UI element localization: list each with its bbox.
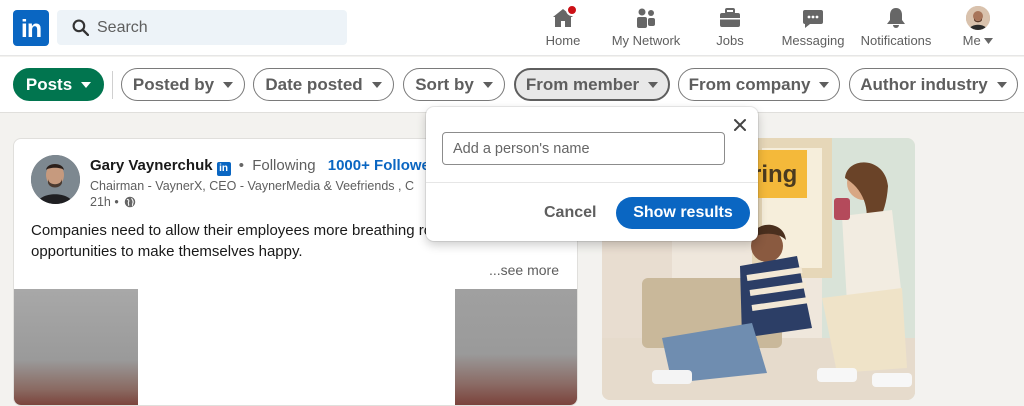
nav-jobs-label: Jobs	[716, 33, 744, 48]
linkedin-logo[interactable]: in	[13, 10, 49, 46]
filter-date-posted[interactable]: Date posted	[253, 68, 394, 101]
author-avatar[interactable]	[31, 155, 80, 204]
nav-notifications-label: Notifications	[860, 33, 932, 48]
show-results-button[interactable]: Show results	[616, 197, 750, 229]
caret-down-icon	[648, 81, 659, 88]
nav-messaging-label: Messaging	[781, 33, 845, 48]
author-line: Gary Vaynerchuk in • Following 1000+ Foll…	[90, 157, 444, 176]
author-headline: Chairman - VaynerX, CEO - VaynerMedia & …	[90, 179, 414, 193]
cancel-button[interactable]: Cancel	[538, 197, 602, 229]
post-media-thumbnail[interactable]	[14, 289, 138, 405]
top-nav: in Home My Network Jobs	[0, 0, 1024, 56]
filter-sort-by[interactable]: Sort by	[403, 68, 505, 101]
filter-author-industry[interactable]: Author industry	[849, 68, 1018, 101]
popup-divider	[426, 182, 758, 183]
separator-dot: •	[238, 157, 245, 174]
avatar	[966, 6, 990, 30]
notification-badge	[566, 4, 578, 16]
search-filter-bar: Posts Posted by Date posted Sort by From…	[0, 57, 1024, 113]
linkedin-badge-icon: in	[216, 162, 231, 176]
nav-my-network[interactable]: My Network	[610, 6, 682, 52]
nav-home-label: Home	[545, 33, 581, 48]
filter-posted-by[interactable]: Posted by	[121, 68, 245, 101]
caret-down-icon	[482, 81, 493, 88]
nav-jobs[interactable]: Jobs	[712, 6, 748, 52]
close-icon[interactable]	[732, 117, 748, 133]
post-time: 21h •	[90, 195, 136, 209]
search-input[interactable]	[97, 10, 337, 45]
message-icon	[803, 10, 823, 28]
nav-home[interactable]: Home	[543, 4, 583, 52]
search-bar[interactable]	[57, 10, 347, 45]
filter-from-company[interactable]: From company	[678, 68, 840, 101]
bell-icon	[887, 8, 905, 28]
filter-divider	[112, 71, 113, 99]
filter-from-member[interactable]: From member	[514, 68, 670, 101]
nav-my-network-label: My Network	[611, 33, 681, 48]
caret-down-icon	[819, 81, 830, 88]
nav-messaging[interactable]: Messaging	[780, 6, 846, 52]
caret-down-icon	[81, 81, 92, 88]
chevron-down-icon	[984, 38, 994, 44]
network-icon	[637, 8, 655, 28]
nav-me[interactable]: Me	[960, 6, 996, 52]
briefcase-icon	[720, 8, 740, 27]
caret-down-icon	[996, 81, 1007, 88]
caret-down-icon	[223, 81, 234, 88]
from-member-dropdown: Cancel Show results	[426, 107, 758, 241]
following-status: Following	[252, 157, 316, 174]
nav-notifications[interactable]: Notifications	[858, 6, 934, 52]
globe-icon	[124, 196, 135, 208]
filter-posts[interactable]: Posts	[13, 68, 104, 101]
person-name-input[interactable]	[442, 132, 725, 165]
caret-down-icon	[371, 81, 382, 88]
see-more-link[interactable]: ...see more	[489, 262, 559, 278]
post-media-thumbnail[interactable]	[455, 289, 577, 405]
author-name[interactable]: Gary Vaynerchuk	[90, 157, 213, 174]
nav-me-label: Me	[960, 33, 996, 48]
ad-sign-text: ring	[752, 161, 797, 188]
search-icon	[72, 19, 89, 36]
